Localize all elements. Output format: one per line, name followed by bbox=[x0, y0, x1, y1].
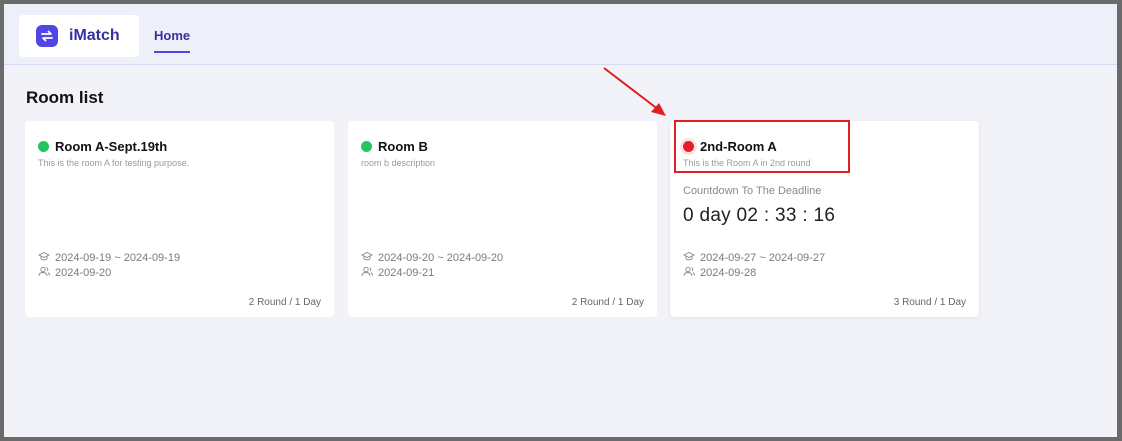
annotation-arrow bbox=[603, 67, 666, 116]
app-window: iMatch Home Room list Room A-Sept.19th T… bbox=[4, 4, 1117, 437]
